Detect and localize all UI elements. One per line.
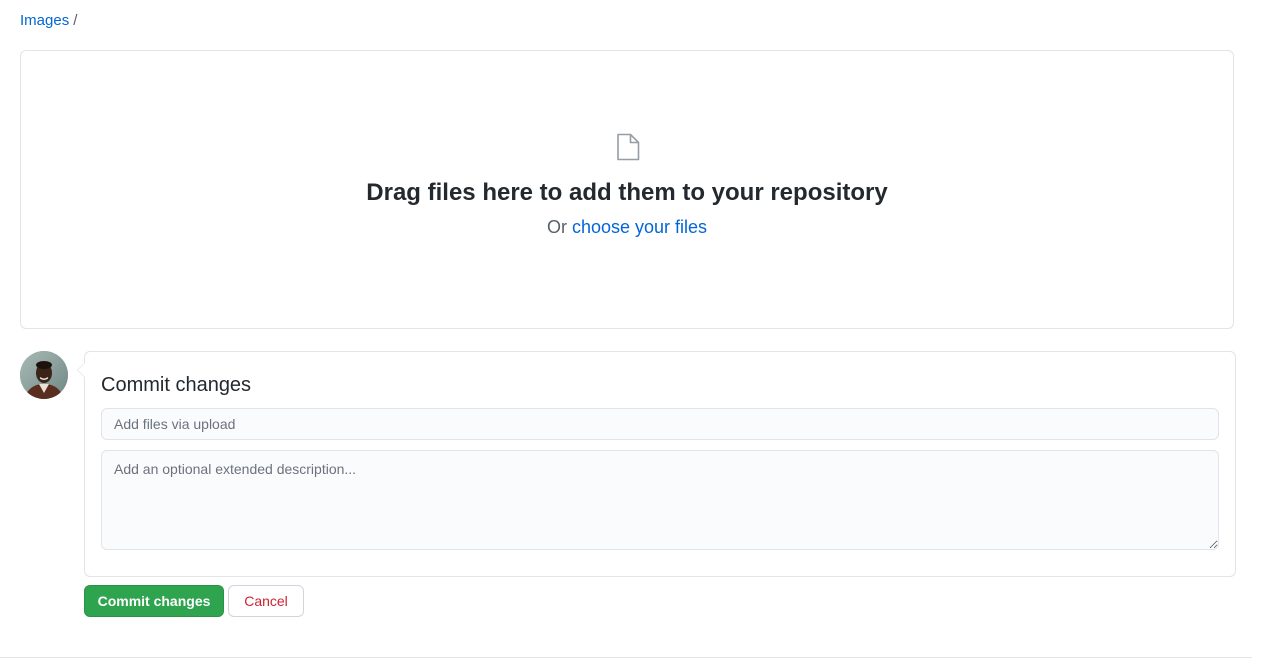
breadcrumb-folder-link[interactable]: Images [20, 12, 69, 29]
file-icon [617, 133, 640, 161]
dropzone-or-text: Or [546, 217, 567, 237]
commit-description-textarea[interactable] [101, 450, 1219, 550]
commit-summary-input[interactable] [101, 408, 1219, 440]
breadcrumb-separator: / [73, 12, 78, 29]
breadcrumb: Images / [20, 11, 77, 31]
commit-form: Commit changes [77, 351, 1236, 577]
dropzone-subtitle: Or choose your files [21, 216, 1233, 238]
commit-form-pointer [77, 362, 85, 378]
avatar[interactable] [20, 351, 68, 399]
commit-form-title: Commit changes [101, 374, 252, 396]
file-dropzone[interactable]: Drag files here to add them to your repo… [20, 50, 1234, 329]
footer-divider [0, 657, 1252, 658]
dropzone-title: Drag files here to add them to your repo… [366, 179, 888, 206]
user-avatar-image [20, 351, 68, 399]
choose-files-link[interactable]: choose your files [572, 217, 707, 237]
upload-files-page: Images / Drag files here to add them to y… [0, 0, 1282, 669]
cancel-button[interactable]: Cancel [228, 585, 304, 617]
commit-changes-button[interactable]: Commit changes [84, 585, 224, 617]
